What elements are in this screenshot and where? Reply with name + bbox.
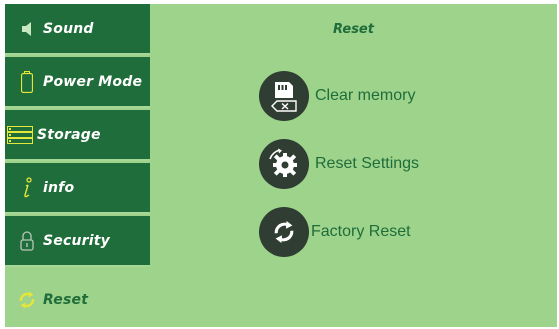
clear-memory-button[interactable]: Clear memory [259,71,415,121]
sidebar-item-power-mode[interactable]: Power Mode [5,57,150,108]
storage-icon [7,123,33,147]
sidebar-item-label: Sound [43,20,94,37]
page-title: Reset [333,22,374,37]
info-icon [15,176,39,200]
refresh-icon [259,207,309,257]
settings-screen: Sound Power Mode Storage info Security R… [5,4,557,327]
refresh-icon [15,288,39,312]
sidebar-item-info[interactable]: info [5,163,150,214]
sidebar: Sound Power Mode Storage info Security R… [5,4,150,327]
reset-settings-button[interactable]: Reset Settings [259,139,419,189]
sidebar-item-label: info [43,179,75,196]
reset-settings-label: Reset Settings [315,155,420,172]
speaker-icon [15,17,39,41]
sidebar-item-sound[interactable]: Sound [5,4,150,55]
gear-reset-icon [259,139,309,189]
sidebar-item-reset[interactable]: Reset [5,273,150,327]
sidebar-item-security[interactable]: Security [5,216,150,267]
lock-icon [15,229,39,253]
factory-reset-button[interactable]: Factory Reset [259,207,411,257]
clear-memory-label: Clear memory [315,87,416,104]
battery-icon [15,70,39,94]
sidebar-item-storage[interactable]: Storage [5,110,150,161]
sd-card-clear-icon [259,71,309,121]
sidebar-item-label: Power Mode [43,73,143,90]
factory-reset-label: Factory Reset [311,223,411,240]
sidebar-item-label: Security [43,232,110,249]
sidebar-item-label: Storage [37,126,101,143]
sidebar-item-label: Reset [43,292,89,308]
